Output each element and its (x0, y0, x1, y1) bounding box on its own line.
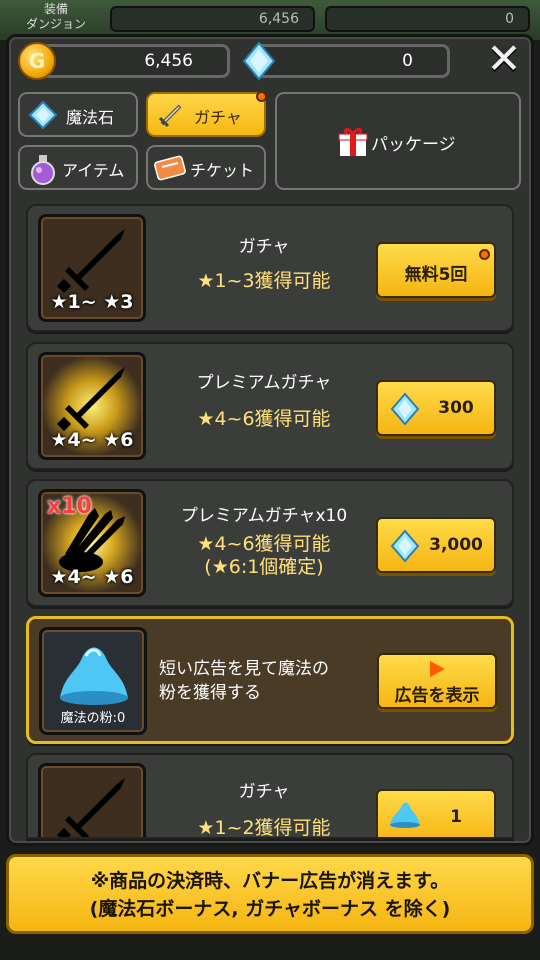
card-description: ★4~6獲得可能 (197, 408, 331, 430)
tab-label: パッケージ (371, 135, 456, 155)
premium-gacha-x10-thumbnail: x10 ★4~ ★6 (38, 489, 146, 597)
button-label: 300 (438, 398, 474, 418)
premium-gacha-thumbnail: ★4~ ★6 (38, 352, 146, 460)
play-icon (430, 661, 445, 677)
notice-line1: ※商品の決済時、バナー広告が消えます。 (90, 870, 450, 892)
gacha-thumbnail: ★1~ ★3 (38, 214, 146, 322)
gacha-thumbnail (38, 763, 146, 837)
potion-icon (31, 155, 55, 185)
ad-reward-card: 魔法の粉:0 短い広告を見て魔法の 粉を獲得する 広告を表示 (26, 616, 514, 744)
tab-item[interactable]: アイテム (18, 145, 138, 190)
gold-display: 6,456 (28, 44, 230, 78)
background-gold-bar: 6,456 (110, 6, 315, 32)
close-icon[interactable]: ✕ (484, 38, 524, 80)
gacha-card-powder: ガチャ ★1~2獲得可能 1 (26, 753, 514, 839)
card-title: ガチャ (238, 782, 290, 802)
x10-badge: x10 (47, 494, 92, 519)
card-title: プレミアムガチャx10 (180, 506, 348, 526)
gem-icon (390, 392, 420, 426)
premium-gacha-x10-button[interactable]: 3,000 (376, 517, 496, 573)
tab-label: チケット (190, 161, 255, 180)
gem-icon (390, 529, 420, 563)
magic-powder-thumbnail: 魔法の粉:0 (39, 627, 147, 735)
button-label: 1 (450, 807, 462, 827)
tab-gacha[interactable]: ガチャ (146, 91, 267, 137)
card-title: ガチャ (238, 237, 290, 257)
sword-icon (158, 104, 182, 128)
premium-gacha-card: ★4~ ★6 プレミアムガチャ ★4~6獲得可能 300 (26, 342, 514, 470)
star-range-label: ★4~ ★6 (50, 429, 134, 451)
card-description: ★1~3獲得可能 (197, 270, 331, 292)
tab-package[interactable]: パッケージ (275, 92, 521, 190)
payment-notice-banner: ※商品の決済時、バナー広告が消えます。 (魔法石ボーナス, ガチャボーナス を除… (6, 854, 534, 934)
background-menu-title: 装備 ダンジョン (25, 2, 86, 31)
button-label: 3,000 (429, 535, 483, 555)
star-range-label: ★1~ ★3 (50, 291, 134, 313)
magic-powder-count: 魔法の粉:0 (60, 711, 126, 726)
card-description: ★1~2獲得可能 (197, 817, 331, 839)
card-title: プレミアムガチャ (196, 373, 332, 393)
button-label: 無料5回 (404, 265, 468, 285)
card-guarantee-note: (★6:1個確定) (204, 556, 324, 578)
notification-dot (256, 91, 267, 102)
gacha-card: ★1~ ★3 ガチャ ★1~3獲得可能 無料5回 (26, 204, 514, 332)
sword-icon (56, 778, 125, 837)
star-range-label: ★4~ ★6 (50, 566, 134, 588)
magic-powder-icon (390, 802, 420, 828)
powder-gacha-button[interactable]: 1 (376, 789, 496, 837)
gold-coin-icon: G (18, 42, 56, 80)
tab-label: 魔法石 (66, 108, 115, 127)
tab-label: アイテム (62, 161, 125, 180)
gem-value: 0 (402, 51, 413, 71)
free-gacha-button[interactable]: 無料5回 (376, 242, 496, 298)
tab-label: ガチャ (194, 108, 242, 127)
sword-icon (56, 229, 125, 294)
ad-description-line1: 短い広告を見て魔法の (159, 659, 329, 679)
gem-icon (242, 41, 276, 81)
ticket-icon (154, 155, 186, 181)
tab-magic-stone[interactable]: 魔法石 (18, 92, 138, 137)
background-gem-bar: 0 (325, 6, 530, 32)
ad-description-line2: 粉を獲得する (159, 683, 261, 703)
gem-icon (28, 100, 58, 130)
premium-gacha-x10-card: x10 ★4~ ★6 プレミアムガチャx10 ★4~6獲得可能 (★6:1個確定… (26, 479, 514, 607)
glowing-sword-icon (56, 367, 125, 432)
tab-ticket[interactable]: チケット (146, 145, 266, 190)
magic-powder-icon (60, 647, 128, 705)
notification-dot (479, 249, 490, 260)
gem-display: 0 (252, 44, 450, 78)
card-description: ★4~6獲得可能 (197, 533, 331, 555)
button-label: 広告を表示 (394, 686, 480, 706)
watch-ad-button[interactable]: 広告を表示 (377, 653, 497, 709)
gold-value: 6,456 (144, 51, 193, 71)
notice-line2: (魔法石ボーナス, ガチャボーナス を除く) (89, 898, 451, 920)
gift-icon (338, 127, 368, 156)
premium-gacha-button[interactable]: 300 (376, 380, 496, 436)
